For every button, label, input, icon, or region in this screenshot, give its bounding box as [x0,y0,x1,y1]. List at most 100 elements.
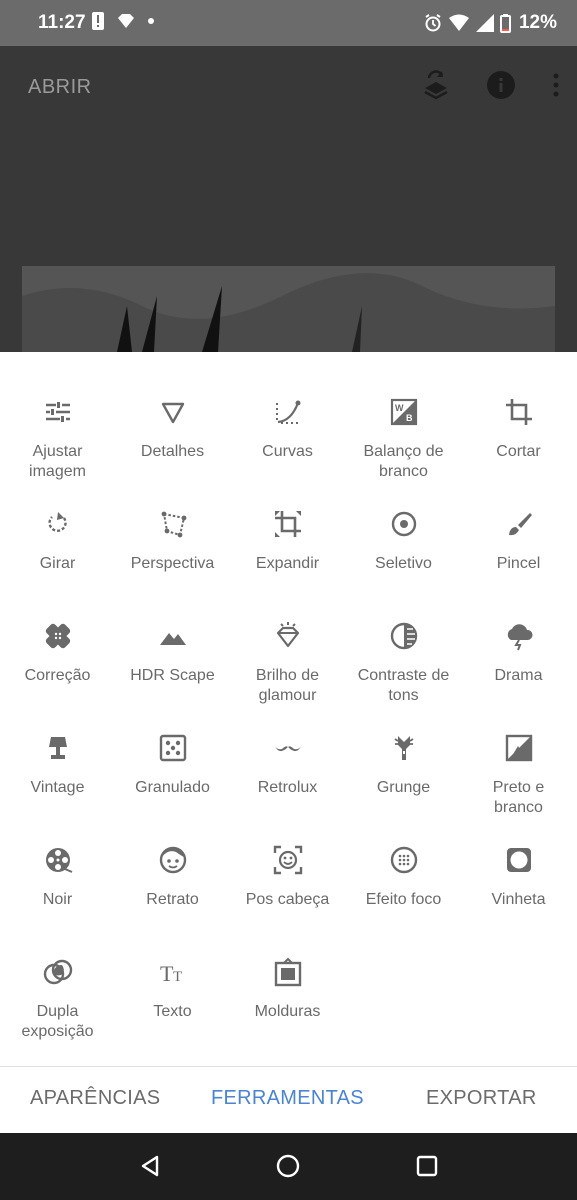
perspective-icon [157,508,189,540]
bandage-icon [42,620,74,652]
tool-sliders[interactable]: Ajustar imagem [0,396,115,482]
system-nav-bar [0,1133,577,1200]
tool-bandage[interactable]: Correção [0,620,115,686]
tool-text[interactable]: T T Texto [115,956,230,1022]
battery-percent: 12% [518,12,557,33]
mountains-icon [157,620,189,652]
tool-label: Retrolux [257,779,318,796]
tool-expand[interactable]: Expandir [230,508,345,574]
tool-double-exposure[interactable]: Dupla exposição [0,956,115,1042]
signal-icon [475,14,494,32]
face-icon [157,844,189,876]
tool-mustache[interactable]: Retrolux [230,732,345,798]
tool-label: Grunge [376,779,431,796]
rotate-icon [42,508,74,540]
recents-icon [416,1155,438,1177]
tool-label: Pincel [496,555,541,572]
film-reel-icon [42,844,74,876]
tool-guitar[interactable]: Grunge [346,732,461,798]
tool-storm-cloud[interactable]: Drama [461,620,576,686]
face-frame-icon [272,844,304,876]
tool-face[interactable]: Retrato [115,844,230,910]
tool-label: Expandir [255,555,320,572]
tool-label: HDR Scape [130,667,215,684]
tool-perspective[interactable]: Perspectiva [115,508,230,574]
layers-history-icon[interactable] [423,70,449,100]
crop-icon [503,396,535,428]
storm-cloud-icon [503,620,535,652]
lens-blur-icon [388,844,420,876]
tool-frame[interactable]: Molduras [230,956,345,1022]
brush-icon [503,508,535,540]
status-bar: 11:27 12% [0,0,577,46]
lamp-icon [42,732,74,764]
more-vert-icon[interactable] [553,73,559,97]
tool-mountains[interactable]: HDR Scape [115,620,230,686]
home-button[interactable] [275,1153,301,1179]
tool-label: Retrato [146,891,199,908]
tool-label: Brilho de glamour [255,667,320,704]
tool-label: Granulado [135,779,210,796]
tool-diamond[interactable]: Brilho de glamour [230,620,345,706]
tool-label: Drama [494,667,543,684]
tonal-contrast-icon [388,620,420,652]
home-icon [276,1154,300,1178]
tool-label: Curvas [262,443,313,460]
tool-triangle-down[interactable]: Detalhes [115,396,230,462]
tool-lens-blur[interactable]: Efeito foco [346,844,461,910]
recents-button[interactable] [414,1153,440,1179]
alert-icon [92,12,104,30]
open-button[interactable]: ABRIR [28,76,92,99]
triangle-down-icon [157,396,189,428]
tool-vignette[interactable]: Vinheta [461,844,576,910]
svg-text:W: W [395,403,404,413]
tab-tools[interactable]: FERRAMENTAS [211,1087,364,1110]
status-time: 11:27 [38,12,86,33]
photo-preview [22,266,555,352]
mustache-icon [272,732,304,764]
alarm-icon [425,14,441,32]
tool-black-white[interactable]: Preto e branco [461,732,576,818]
vignette-icon [503,844,535,876]
text-icon: TT [157,956,189,988]
tool-label: Efeito foco [365,891,442,908]
wifi-diamond-icon [118,14,134,28]
tool-label: Cortar [496,443,541,460]
tool-label: Dupla exposição [21,1003,94,1040]
tool-label: Ajustar imagem [29,443,86,480]
tool-label: Vinheta [491,891,546,908]
tool-rotate[interactable]: Girar [0,508,115,574]
tool-label: Seletivo [375,555,432,572]
sliders-icon [42,396,74,428]
bottom-tabs: APARÊNCIAS FERRAMENTAS EXPORTAR [0,1066,577,1133]
tool-tonal-contrast[interactable]: Contraste de tons [346,620,461,706]
status-left-icons [92,12,154,30]
tool-brush[interactable]: Pincel [461,508,576,574]
status-right-icons: 12% [424,12,557,34]
diamond-icon [272,620,304,652]
tool-label: Pos cabeça [245,891,330,908]
tool-curves[interactable]: Curvas [230,396,345,462]
tool-label: Detalhes [140,443,205,460]
info-icon[interactable] [487,71,515,99]
tool-lamp[interactable]: Vintage [0,732,115,798]
dice-icon [157,732,189,764]
tab-export[interactable]: EXPORTAR [426,1087,537,1110]
tab-looks[interactable]: APARÊNCIAS [30,1087,160,1110]
back-button[interactable] [137,1153,163,1179]
tool-label: Noir [42,891,73,908]
tool-film-reel[interactable]: Noir [0,844,115,910]
tool-face-frame[interactable]: Pos cabeça [230,844,345,910]
tool-white-balance[interactable]: W B Balanço de branco [346,396,461,482]
tool-dice[interactable]: Granulado [115,732,230,798]
tool-crop[interactable]: Cortar [461,396,576,462]
svg-text:T: T [160,961,174,986]
tool-label: Contraste de tons [357,667,450,704]
svg-text:B: B [406,413,413,423]
tool-label: Vintage [30,779,85,796]
tool-label: Perspectiva [130,555,215,572]
expand-icon [272,508,304,540]
svg-text:T: T [173,969,182,985]
back-icon [141,1155,159,1177]
tool-selective[interactable]: Seletivo [346,508,461,574]
